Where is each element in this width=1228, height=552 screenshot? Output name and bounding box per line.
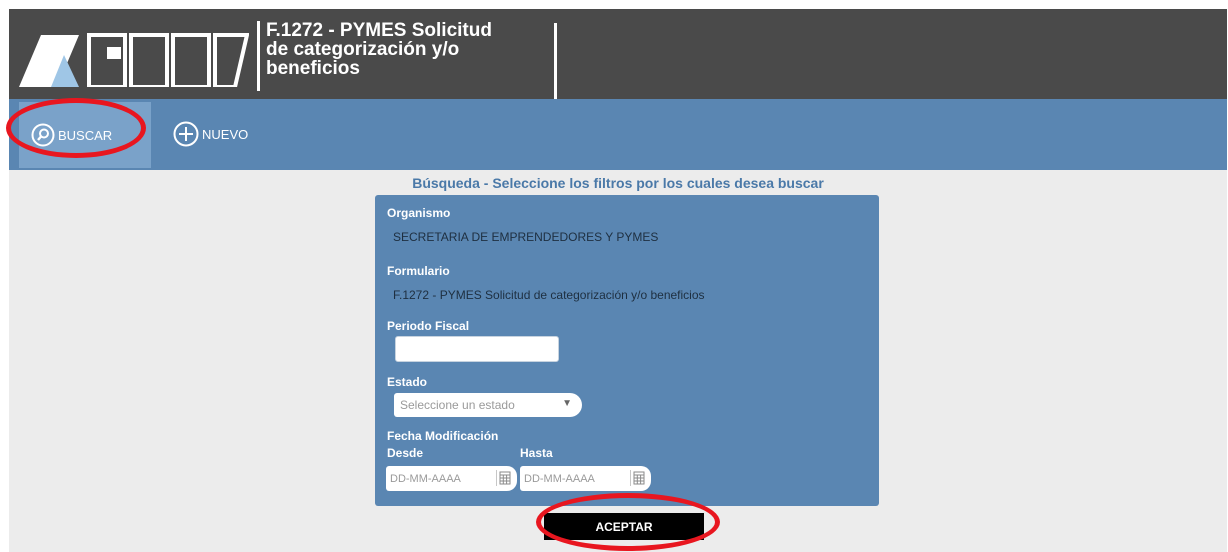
estado-label: Estado [387,375,428,389]
search-filter-panel: Organismo SECRETARIA DE EMPRENDEDORES Y … [375,195,879,506]
chevron-down-icon: ▼ [562,398,572,409]
hasta-date-input[interactable]: DD-MM-AAAA [520,466,651,491]
desde-date-placeholder: DD-MM-AAAA [390,472,461,485]
calendar-icon[interactable] [630,470,647,486]
formulario-label: Formulario [387,264,450,278]
desde-date-input[interactable]: DD-MM-AAAA [386,466,517,491]
buscar-button[interactable]: BUSCAR [31,123,112,147]
app-header: F.1272 - PYMES Solicitud de categorizaci… [9,9,1227,99]
buscar-button-label: BUSCAR [58,127,113,143]
organismo-label: Organismo [387,206,451,220]
calendar-icon[interactable] [496,470,513,486]
estado-select-placeholder: Seleccione un estado [400,398,515,412]
periodo-fiscal-label: Periodo Fiscal [387,319,470,333]
app-frame: F.1272 - PYMES Solicitud de categorizaci… [9,9,1227,552]
estado-select[interactable]: Seleccione un estado ▼ [394,393,582,417]
page-title: F.1272 - PYMES Solicitud de categorizaci… [266,21,566,78]
aceptar-button[interactable]: ACEPTAR [544,513,704,540]
nuevo-button[interactable]: NUEVO [173,121,248,147]
logo-divider [257,21,260,91]
toolbar: BUSCAR NUEVO [9,99,1227,170]
search-icon [31,123,55,147]
formulario-value: F.1272 - PYMES Solicitud de categorizaci… [393,288,705,302]
hasta-date-placeholder: DD-MM-AAAA [524,472,595,485]
page-title-line-1: F.1272 - PYMES Solicitud [266,20,492,41]
page-title-line-3: beneficios [266,58,360,79]
plus-circle-icon [173,121,199,147]
hasta-label: Hasta [520,446,553,460]
title-divider [554,23,557,99]
nuevo-button-label: NUEVO [202,126,249,142]
fecha-modificacion-label: Fecha Modificación [387,429,499,443]
desde-label: Desde [387,446,424,460]
page-title-line-2: de categorización y/o [266,39,460,60]
periodo-fiscal-input[interactable] [395,336,559,362]
afip-logo [19,33,249,87]
search-title: Búsqueda - Seleccione los filtros por lo… [412,175,824,191]
organismo-value: SECRETARIA DE EMPRENDEDORES Y PYMES [393,230,659,244]
